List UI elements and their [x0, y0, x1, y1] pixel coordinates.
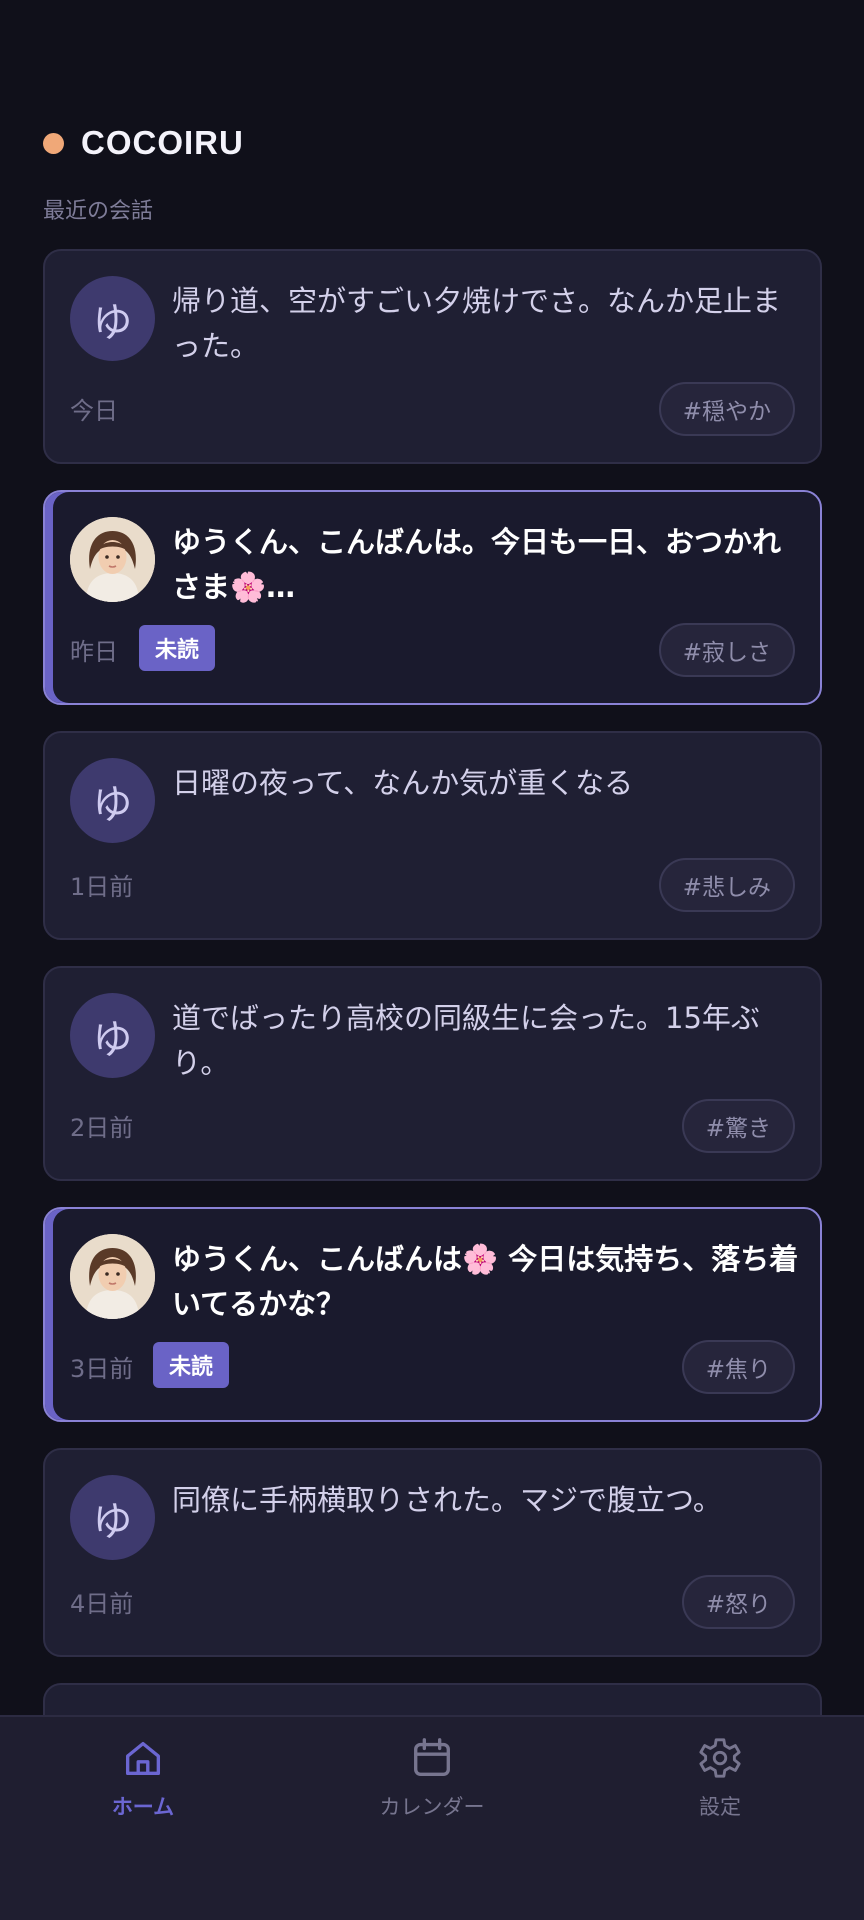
gear-icon: [699, 1738, 741, 1778]
conversation-card[interactable]: ゆ 道でばったり高校の同級生に会った。15年ぶり。 2日前 #驚き: [43, 966, 822, 1181]
conversation-card[interactable]: ゆ 同僚に手柄横取りされた。マジで腹立つ。 4日前 #怒り: [43, 1448, 822, 1657]
woman-portrait-icon: [70, 1234, 155, 1319]
message-preview: 帰り道、空がすごい夕焼けでさ。なんか足止まった。: [172, 284, 782, 363]
avatar: ゆ: [70, 758, 155, 843]
nav-home[interactable]: ホーム: [63, 1735, 223, 1821]
conversation-date: 今日: [70, 397, 118, 425]
conversation-card[interactable]: ゆ 日曜の夜って、なんか気が重くなる 1日前 #悲しみ: [43, 731, 822, 940]
emotion-tag[interactable]: #驚き: [681, 1099, 795, 1153]
app-title: COCOIRU: [81, 124, 244, 161]
conversation-date: 2日前: [70, 1114, 134, 1142]
message-preview: ゆうくん、こんばんは🌸 今日は気持ち、落ち着いてるかな？: [172, 1242, 799, 1321]
emotion-tag[interactable]: #寂しさ: [658, 623, 795, 677]
avatar: ゆ: [70, 1475, 155, 1560]
nav-settings[interactable]: 設定: [640, 1735, 800, 1821]
nav-calendar[interactable]: カレンダー: [352, 1735, 512, 1821]
app-screen: COCOIRU 最近の会話 ゆ 帰り道、空がすごい夕焼けでさ。なんか足止まった。…: [0, 0, 864, 1920]
bottom-nav: ホーム カレンダー 設定: [0, 1715, 864, 1920]
conversation-date: 3日前: [70, 1355, 134, 1383]
message-preview: 道でばったり高校の同級生に会った。15年ぶり。: [172, 1001, 760, 1080]
avatar: ゆ: [70, 276, 155, 361]
unread-badge: 未読: [153, 1342, 230, 1388]
conversation-date: 4日前: [70, 1590, 134, 1618]
app-header: COCOIRU: [43, 124, 244, 162]
unread-badge: 未読: [139, 625, 216, 671]
emotion-tag[interactable]: #悲しみ: [658, 858, 795, 912]
message-preview: 同僚に手柄横取りされた。マジで腹立つ。: [172, 1483, 722, 1517]
calendar-icon: [414, 1738, 450, 1776]
emotion-tag[interactable]: #怒り: [681, 1575, 795, 1629]
conversation-date: 1日前: [70, 873, 134, 901]
conversation-card-unread[interactable]: ゆうくん、こんばんは🌸 今日は気持ち、落ち着いてるかな？ 3日前 未読 #焦り: [43, 1207, 822, 1422]
emotion-tag[interactable]: #焦り: [681, 1340, 795, 1394]
nav-settings-label: 設定: [699, 1795, 741, 1819]
conversation-card-unread[interactable]: ゆうくん、こんばんは。今日も一日、おつかれさま🌸… 昨日 未読 #寂しさ: [43, 490, 822, 705]
brand-dot: [43, 132, 64, 154]
conversation-card-partial[interactable]: [43, 1683, 822, 1715]
section-label: 最近の会話: [43, 199, 154, 224]
conversation-date: 昨日: [70, 638, 118, 666]
message-preview: ゆうくん、こんばんは。今日も一日、おつかれさま🌸…: [172, 525, 782, 604]
nav-home-label: ホーム: [111, 1795, 175, 1819]
conversation-list[interactable]: ゆ 帰り道、空がすごい夕焼けでさ。なんか足止まった。 今日 #穏やか ゆうくん、: [43, 249, 822, 1715]
home-icon: [125, 1741, 161, 1776]
emotion-tag[interactable]: #穏やか: [658, 382, 795, 436]
nav-calendar-label: カレンダー: [379, 1795, 485, 1819]
conversation-card[interactable]: ゆ 帰り道、空がすごい夕焼けでさ。なんか足止まった。 今日 #穏やか: [43, 249, 822, 464]
avatar: ゆ: [70, 993, 155, 1078]
avatar-photo: [70, 1234, 155, 1319]
avatar-photo: [70, 517, 155, 602]
message-preview: 日曜の夜って、なんか気が重くなる: [172, 766, 634, 800]
woman-portrait-icon: [70, 517, 155, 602]
